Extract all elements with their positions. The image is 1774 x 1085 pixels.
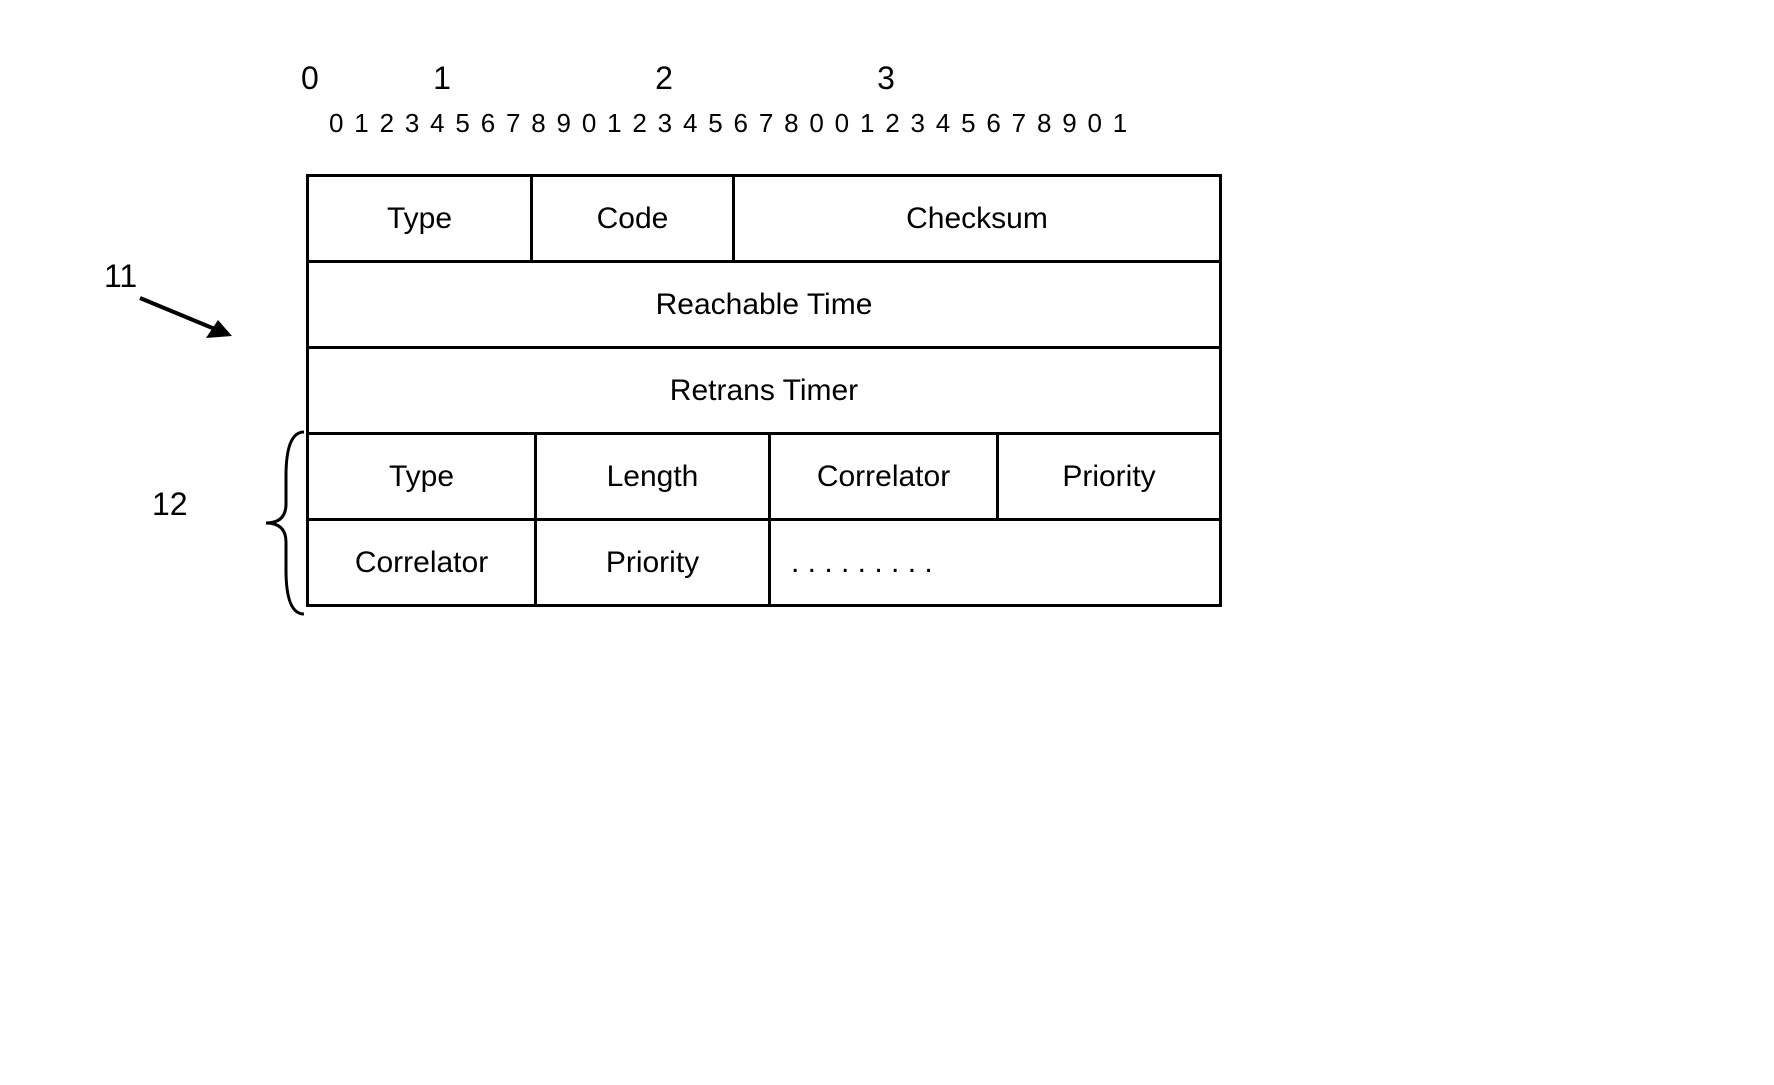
ruler-major-3: 3 xyxy=(775,60,997,97)
arrow-icon xyxy=(136,290,246,346)
ruler-major-0: 0 xyxy=(301,60,331,97)
field-opt-priority-2: Priority xyxy=(537,521,771,604)
option-row-1: Type Length Correlator Priority xyxy=(309,435,1219,521)
brace-icon xyxy=(260,430,310,616)
field-opt-priority: Priority xyxy=(999,435,1219,518)
header-row-2: Reachable Time xyxy=(309,263,1219,349)
ruler-major-2: 2 xyxy=(553,60,775,97)
option-row-2: Correlator Priority . . . . . . . . . xyxy=(309,521,1219,607)
field-opt-type: Type xyxy=(309,435,537,518)
field-reachable-time: Reachable Time xyxy=(309,263,1219,346)
bit-ruler-major: 0123 xyxy=(301,60,997,97)
ruler-major-1: 1 xyxy=(331,60,553,97)
field-checksum: Checksum xyxy=(735,177,1219,260)
callout-12: 12 xyxy=(152,486,188,523)
field-type: Type xyxy=(309,177,533,260)
callout-11: 11 xyxy=(104,258,137,295)
field-opt-correlator-2: Correlator xyxy=(309,521,537,604)
header-row-3: Retrans Timer xyxy=(309,349,1219,435)
field-code: Code xyxy=(533,177,735,260)
bit-ruler-minor: 0 1 2 3 4 5 6 7 8 9 0 1 2 3 4 5 6 7 8 0 … xyxy=(329,108,1129,139)
field-retrans-timer: Retrans Timer xyxy=(309,349,1219,432)
empty-cell xyxy=(999,521,1219,604)
field-opt-correlator: Correlator xyxy=(771,435,999,518)
header-row-1: Type Code Checksum xyxy=(309,177,1219,263)
field-ellipsis: . . . . . . . . . xyxy=(771,521,999,604)
packet-structure: Type Code Checksum Reachable Time Retran… xyxy=(306,174,1222,607)
field-opt-length: Length xyxy=(537,435,771,518)
